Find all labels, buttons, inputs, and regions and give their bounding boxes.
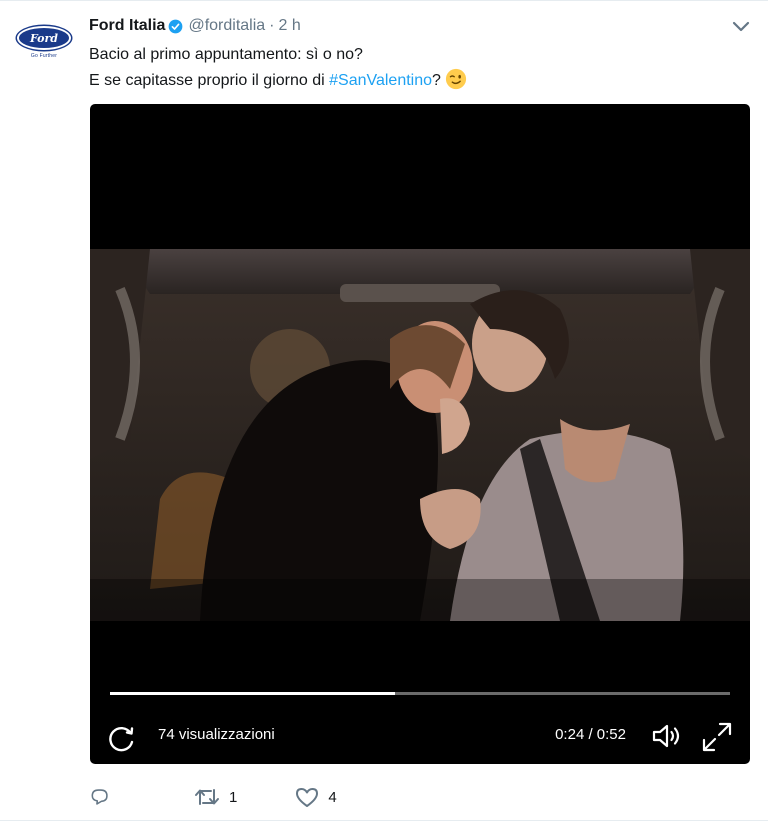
- video-progress-fill: [110, 692, 396, 695]
- heart-icon: [296, 788, 319, 807]
- view-count: 74 visualizzazioni: [158, 726, 275, 743]
- tweet-card[interactable]: Ford Go Further Ford Italia @forditalia …: [0, 0, 768, 836]
- video-player[interactable]: 74 visualizzazioni 0:24 / 0:52: [90, 104, 750, 764]
- reply-button[interactable]: [90, 782, 118, 812]
- author-name[interactable]: Ford Italia: [89, 17, 165, 35]
- tweet-actions: 1 4: [90, 782, 337, 812]
- volume-icon[interactable]: [650, 720, 684, 752]
- verified-badge-icon: [169, 19, 183, 33]
- winking-face-emoji-icon: [445, 68, 467, 90]
- video-frame: [90, 249, 750, 621]
- reply-icon: [91, 789, 108, 805]
- retweet-icon: [195, 789, 219, 805]
- tweet-header: Ford Italia @forditalia · 2 h: [89, 14, 301, 38]
- tweet-text-line-2: E se capitasse proprio il giorno di #San…: [89, 68, 467, 94]
- top-divider: [0, 0, 768, 1]
- header-separator: ·: [269, 17, 275, 34]
- replay-icon[interactable]: [106, 722, 138, 754]
- retweet-button[interactable]: 1: [193, 782, 237, 812]
- fullscreen-icon[interactable]: [700, 720, 734, 754]
- avatar[interactable]: Ford Go Further: [14, 26, 74, 66]
- tweet-text-line-2-suffix: ?: [432, 72, 441, 89]
- tweet-timestamp[interactable]: 2 h: [279, 17, 301, 35]
- tweet-text-line-1: Bacio al primo appuntamento: sì o no?: [89, 46, 363, 63]
- video-progress-bar[interactable]: [110, 692, 730, 695]
- author-handle[interactable]: @forditalia: [188, 17, 265, 35]
- ford-logo: Ford: [17, 26, 71, 50]
- retweet-count: 1: [229, 788, 238, 806]
- chevron-down-icon[interactable]: [732, 20, 750, 34]
- bottom-divider: [0, 820, 768, 821]
- video-time: 0:24 / 0:52: [555, 726, 626, 743]
- hashtag-link[interactable]: #SanValentino: [329, 72, 432, 89]
- like-button[interactable]: 4: [294, 782, 337, 812]
- like-count: 4: [328, 788, 337, 806]
- tweet-text: Bacio al primo appuntamento: sì o no? E …: [89, 42, 467, 94]
- ford-tagline: Go Further: [30, 53, 58, 59]
- tweet-text-line-2-prefix: E se capitasse proprio il giorno di: [89, 72, 330, 89]
